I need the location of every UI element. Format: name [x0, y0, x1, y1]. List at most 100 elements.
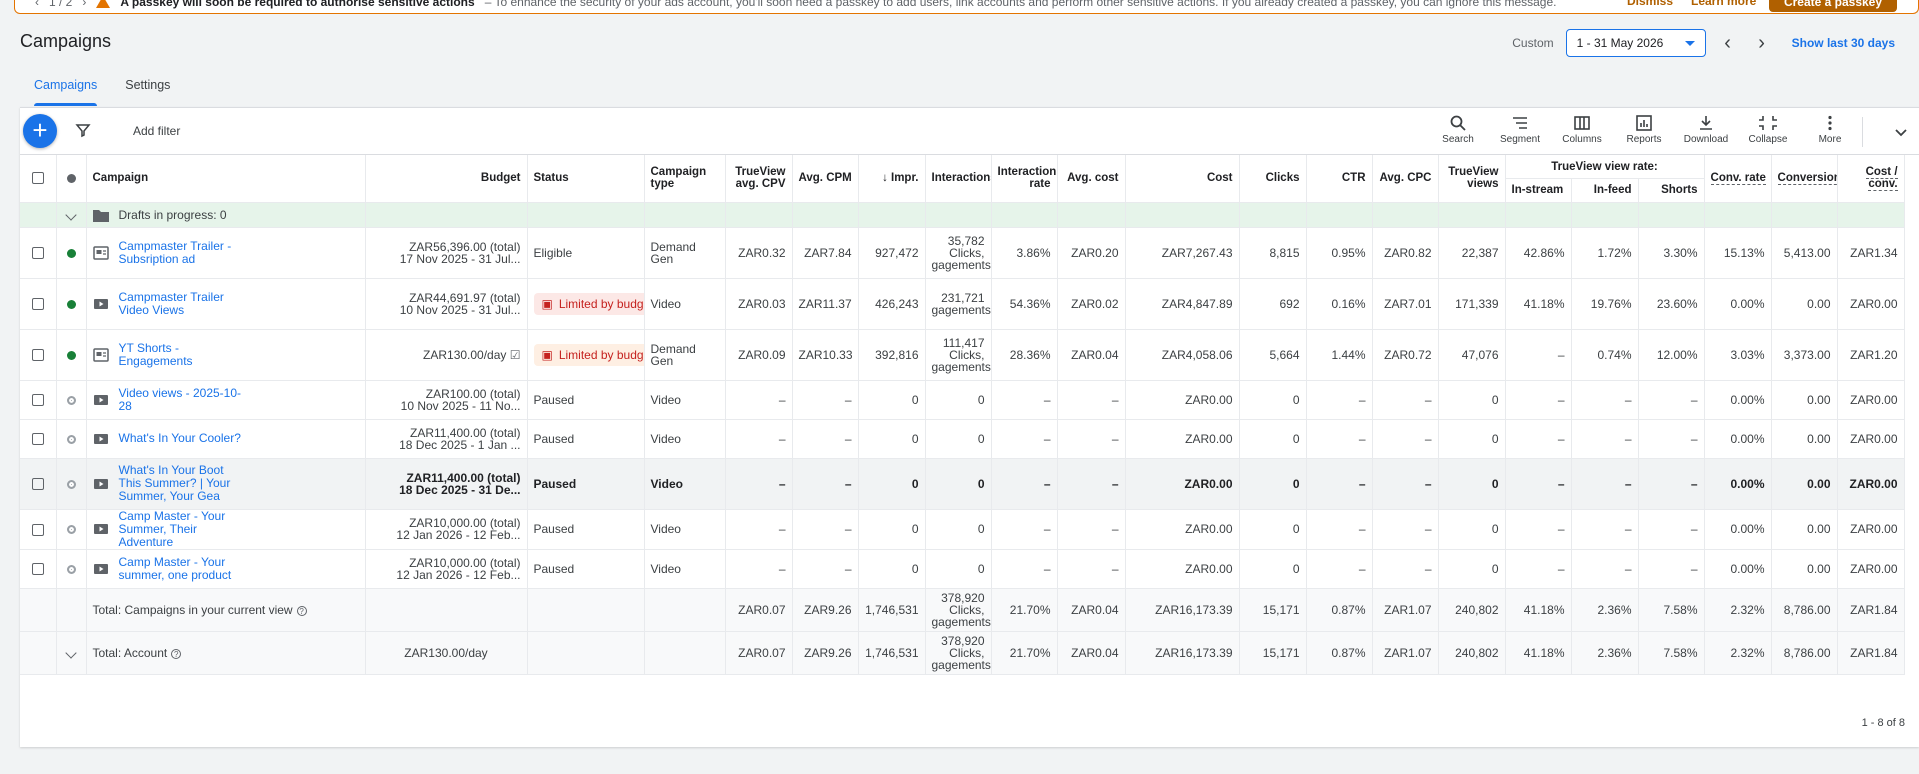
segment-tool[interactable]: Segment	[1489, 114, 1551, 148]
create-passkey-button[interactable]: Create a passkey	[1769, 0, 1897, 12]
limited-badge[interactable]: ▣ Limited by budget	[533, 292, 643, 315]
campaign-link[interactable]: Video views - 2025-10-28	[119, 386, 249, 413]
column-trueview-views[interactable]: TrueView views	[1438, 155, 1506, 203]
campaign-link[interactable]: Campmaster Trailer Video Views	[119, 290, 249, 317]
table-row[interactable]: YT Shorts - Engagements ZAR130.00/day ☑ ▣ L…	[20, 329, 1919, 381]
download-tool[interactable]: Download	[1675, 114, 1737, 148]
budget-amount: ZAR130.00/day	[423, 347, 507, 362]
status-dot-icon[interactable]	[66, 434, 76, 444]
show-last-30-days-button[interactable]: Show last 30 days	[1792, 36, 1895, 50]
campaign-link[interactable]: Camp Master - Your summer, one product	[119, 555, 249, 582]
chevron-down-icon[interactable]	[65, 646, 77, 659]
column-conversions[interactable]: Conversions	[1771, 155, 1838, 203]
collapse-tool[interactable]: Collapse	[1737, 114, 1799, 148]
edit-budget-icon[interactable]: ☑	[506, 348, 521, 362]
row-checkbox[interactable]	[31, 433, 44, 446]
tab-settings[interactable]: Settings	[111, 70, 184, 106]
column-campaign-type[interactable]: Campaign type	[644, 155, 726, 203]
row-checkbox[interactable]	[31, 563, 44, 576]
help-icon[interactable]: ?	[171, 648, 182, 659]
column-in-stream[interactable]: In-stream	[1505, 178, 1572, 203]
campaign-link[interactable]: YT Shorts - Engagements	[119, 341, 249, 368]
search-tool[interactable]: Search	[1427, 114, 1489, 148]
table-row[interactable]: Campmaster Trailer Video Views ZAR44,691.…	[20, 278, 1919, 330]
status-dot-icon[interactable]	[66, 350, 76, 360]
table-row[interactable]: What's In Your Cooler? ZAR11,400.00 (tota…	[20, 419, 1919, 459]
metric-cell-infeed: –	[1571, 380, 1639, 420]
campaign-link[interactable]: What's In Your Boot This Summer? | Your …	[119, 464, 249, 503]
campaign-link[interactable]: Campmaster Trailer - Subsription ad	[119, 239, 249, 266]
column-interaction-rate[interactable]: Interaction rate	[991, 155, 1058, 203]
status-filter-icon[interactable]	[66, 173, 76, 183]
drafts-row[interactable]: Drafts in progress: 0	[20, 202, 1919, 228]
row-checkbox[interactable]	[31, 523, 44, 536]
chevron-down-icon[interactable]	[1891, 122, 1911, 142]
status-dot-icon[interactable]	[66, 395, 76, 405]
column-budget[interactable]: Budget	[365, 155, 528, 203]
date-range-picker[interactable]: 1 - 31 May 2026	[1565, 29, 1706, 57]
column-avg-cpm[interactable]: Avg. CPM	[792, 155, 859, 203]
budget-dates: 18 Dec 2025 - 31 De...	[399, 482, 521, 497]
more-tool[interactable]: More	[1799, 114, 1861, 148]
demand-gen-icon	[92, 245, 109, 260]
learn-more-link[interactable]: Learn more	[1691, 0, 1756, 8]
row-checkbox[interactable]	[31, 394, 44, 407]
column-in-feed[interactable]: In-feed	[1571, 178, 1639, 203]
column-trueview-cpv[interactable]: TrueView avg. CPV	[725, 155, 793, 203]
drafts-expand[interactable]	[56, 202, 87, 228]
column-cost[interactable]: Cost	[1125, 155, 1240, 203]
limited-badge[interactable]: ▣ Limited by budget	[533, 343, 644, 366]
status-dot-icon[interactable]	[66, 248, 76, 258]
collapse-icon	[1759, 116, 1777, 130]
select-all-checkbox[interactable]	[31, 172, 44, 185]
metric-cell-conv-rate: 0.00%	[1704, 509, 1772, 550]
column-avg-cost[interactable]: Avg. cost	[1057, 155, 1126, 203]
column-interactions[interactable]: Interactions	[925, 155, 992, 203]
drafts-spacer	[20, 202, 57, 228]
table-row[interactable]: Campmaster Trailer - Subsription ad ZAR56…	[20, 227, 1919, 279]
filter-icon[interactable]	[75, 122, 91, 138]
previous-period-icon[interactable]: ‹	[1716, 31, 1740, 55]
column-ctr[interactable]: CTR	[1306, 155, 1373, 203]
table-row[interactable]: Camp Master - Your Summer, Their Adventu…	[20, 509, 1919, 550]
dismiss-button[interactable]: Dismiss	[1627, 0, 1673, 8]
limited-label: Limited by budget	[558, 347, 644, 362]
column-conv-rate[interactable]: Conv. rate	[1704, 155, 1772, 203]
status-dot-icon[interactable]	[66, 479, 76, 489]
drafts-cell	[991, 202, 1058, 228]
chevron-right-icon[interactable]: ›	[82, 0, 86, 9]
column-campaign[interactable]: Campaign	[86, 155, 366, 203]
column-cost-per-conv[interactable]: Cost / conv.	[1837, 155, 1905, 203]
next-period-icon[interactable]: ›	[1750, 31, 1774, 55]
chevron-left-icon[interactable]: ‹	[35, 0, 39, 9]
row-checkbox[interactable]	[31, 298, 44, 311]
reports-tool[interactable]: Reports	[1613, 114, 1675, 148]
column-avg-cpc[interactable]: Avg. CPC	[1372, 155, 1439, 203]
campaign-link[interactable]: Camp Master - Your Summer, Their Adventu…	[119, 509, 249, 548]
columns-tool[interactable]: Columns	[1551, 114, 1613, 148]
drafts-cell	[1638, 202, 1705, 228]
help-icon[interactable]: ?	[296, 605, 307, 616]
row-checkbox[interactable]	[31, 247, 44, 260]
add-filter-button[interactable]: Add filter	[133, 124, 180, 138]
status-dot-icon[interactable]	[66, 299, 76, 309]
column-impressions[interactable]: ↓ Impr.	[858, 155, 926, 203]
download-icon	[1700, 116, 1712, 130]
status-dot-icon[interactable]	[66, 564, 76, 574]
column-status[interactable]: Status	[527, 155, 645, 203]
campaign-name-wrap: Campmaster Trailer - Subsription ad	[92, 239, 359, 266]
status-dot-icon[interactable]	[66, 525, 76, 535]
metric-cell-impr: 0	[858, 380, 926, 420]
table-toolbar: + Add filter Search Segment Columns Repo…	[20, 108, 1919, 155]
add-campaign-button[interactable]: +	[23, 114, 57, 148]
table-row[interactable]: What's In Your Boot This Summer? | Your …	[20, 458, 1919, 510]
metric-cell-infeed: –	[1571, 549, 1639, 589]
row-checkbox[interactable]	[31, 349, 44, 362]
column-shorts[interactable]: Shorts	[1638, 178, 1705, 203]
column-clicks[interactable]: Clicks	[1239, 155, 1307, 203]
table-row[interactable]: Video views - 2025-10-28 ZAR100.00 (total…	[20, 380, 1919, 420]
campaign-link[interactable]: What's In Your Cooler?	[119, 432, 241, 445]
tab-campaigns[interactable]: Campaigns	[20, 70, 111, 106]
table-row[interactable]: Camp Master - Your summer, one product ZA…	[20, 549, 1919, 589]
row-checkbox[interactable]	[31, 478, 44, 491]
